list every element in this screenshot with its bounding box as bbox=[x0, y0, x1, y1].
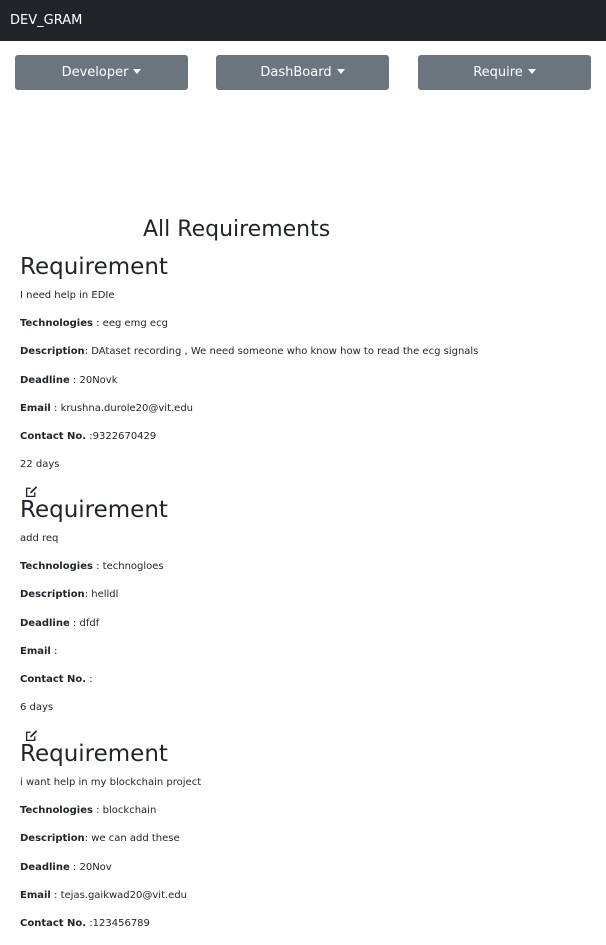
requirement-heading: Requirement bbox=[20, 497, 168, 523]
email-label: Email bbox=[20, 889, 51, 901]
dropdown-button-row: Developer DashBoard Require bbox=[0, 55, 606, 90]
requirement-card: Requirement add req Technologies : techn… bbox=[20, 496, 580, 729]
brand-title[interactable]: DEV_GRAM bbox=[10, 13, 82, 28]
contact-label: Contact No. bbox=[20, 917, 87, 929]
contact-value: : bbox=[86, 673, 93, 685]
require-dropdown-button[interactable]: Require bbox=[418, 55, 591, 90]
technologies-value: : blockchain bbox=[92, 805, 157, 817]
requirement-card: Requirement i want help in my blockchain… bbox=[20, 740, 580, 945]
developer-dropdown-button[interactable]: Developer bbox=[15, 55, 188, 90]
email-value: : bbox=[50, 645, 58, 657]
email-row: Email : tejas.gaikwad20@vit.edu bbox=[20, 889, 580, 917]
requirement-subtitle: i want help in my blockchain project bbox=[20, 777, 202, 788]
dashboard-button-label: DashBoard bbox=[260, 65, 332, 80]
technologies-row: Technologies : eeg emg ecg bbox=[20, 317, 580, 345]
contact-row: Contact No. :123456789 bbox=[20, 917, 580, 945]
contact-label: Contact No. bbox=[20, 673, 87, 685]
deadline-value: : dfdf bbox=[69, 617, 100, 629]
email-label: Email bbox=[20, 402, 51, 414]
description-row: Description: DAtaset recording , We need… bbox=[20, 345, 580, 373]
contact-value: :123456789 bbox=[86, 917, 150, 929]
deadline-label: Deadline bbox=[20, 861, 70, 873]
technologies-value: : technogloes bbox=[92, 561, 164, 573]
description-value: : we can add these bbox=[84, 833, 180, 845]
technologies-value: : eeg emg ecg bbox=[92, 318, 168, 330]
deadline-value: : 20Nov bbox=[69, 861, 112, 873]
developer-button-label: Developer bbox=[61, 65, 129, 80]
requirement-card: Requirement I need help in EDIe Technolo… bbox=[20, 253, 580, 486]
email-value: : tejas.gaikwad20@vit.edu bbox=[50, 889, 188, 901]
caret-down-icon bbox=[336, 69, 345, 74]
email-value: : krushna.durole20@vit.edu bbox=[50, 402, 194, 414]
contact-label: Contact No. bbox=[20, 430, 87, 442]
deadline-label: Deadline bbox=[20, 374, 70, 386]
requirement-subtitle: add req bbox=[20, 533, 59, 544]
requirement-subtitle: I need help in EDIe bbox=[20, 290, 115, 301]
caret-down-icon bbox=[527, 69, 536, 74]
description-label: Description bbox=[20, 346, 85, 358]
description-row: Description: we can add these bbox=[20, 832, 580, 860]
email-row: Email : krushna.durole20@vit.edu bbox=[20, 402, 580, 430]
requirement-heading: Requirement bbox=[20, 741, 168, 767]
description-label: Description bbox=[20, 833, 85, 845]
edit-icon[interactable] bbox=[25, 727, 39, 742]
require-button-label: Require bbox=[473, 65, 523, 80]
contact-row: Contact No. :9322670429 bbox=[20, 430, 580, 458]
deadline-row: Deadline : 20Novk bbox=[20, 374, 580, 402]
page-title: All Requirements bbox=[143, 217, 331, 242]
deadline-value: : 20Novk bbox=[69, 374, 118, 386]
technologies-label: Technologies bbox=[20, 805, 93, 817]
deadline-label: Deadline bbox=[20, 617, 70, 629]
caret-down-icon bbox=[133, 69, 142, 74]
days-remaining: 22 days bbox=[20, 459, 60, 471]
contact-value: :9322670429 bbox=[86, 430, 157, 442]
edit-icon[interactable] bbox=[25, 483, 39, 498]
email-label: Email bbox=[20, 645, 51, 657]
days-remaining: 6 days bbox=[20, 702, 54, 714]
contact-row: Contact No. : bbox=[20, 673, 580, 701]
technologies-row: Technologies : blockchain bbox=[20, 804, 580, 832]
dashboard-dropdown-button[interactable]: DashBoard bbox=[216, 55, 389, 90]
requirement-heading: Requirement bbox=[20, 254, 168, 280]
technologies-label: Technologies bbox=[20, 561, 93, 573]
description-value: : DAtaset recording , We need someone wh… bbox=[84, 346, 479, 358]
technologies-row: Technologies : technogloes bbox=[20, 560, 580, 588]
deadline-row: Deadline : dfdf bbox=[20, 617, 580, 645]
navbar: DEV_GRAM bbox=[0, 0, 606, 41]
deadline-row: Deadline : 20Nov bbox=[20, 861, 580, 889]
description-label: Description bbox=[20, 589, 85, 601]
email-row: Email : bbox=[20, 645, 580, 673]
technologies-label: Technologies bbox=[20, 318, 93, 330]
description-value: : helldl bbox=[84, 589, 119, 601]
description-row: Description: helldl bbox=[20, 588, 580, 616]
